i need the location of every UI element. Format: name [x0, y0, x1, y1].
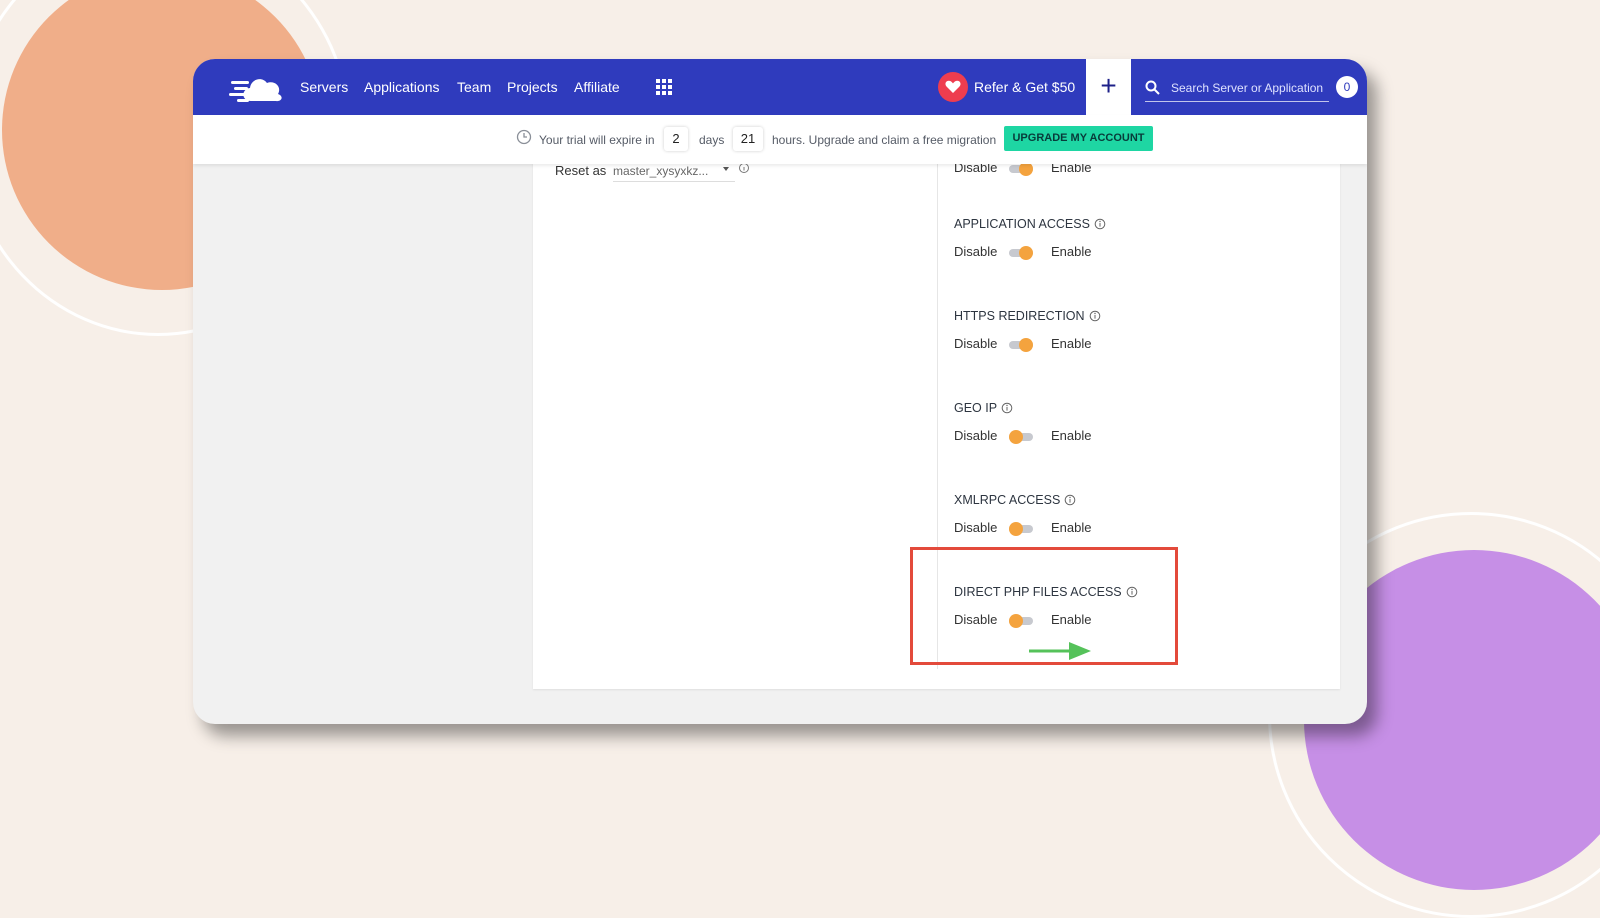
trial-suffix-text: hours. Upgrade and claim a free migratio…	[772, 133, 997, 147]
refer-label: Refer & Get $50	[974, 79, 1076, 95]
setting-title: HTTPS REDIRECTION	[954, 309, 1101, 323]
disable-label: Disable	[954, 520, 998, 535]
setting-title: APPLICATION ACCESS	[954, 217, 1106, 231]
enable-label: Enable	[1051, 520, 1092, 535]
disable-label: Disable	[954, 336, 998, 351]
trial-prefix-text: Your trial will expire in	[539, 133, 655, 147]
reset-select-value: master_xysyxkz...	[613, 164, 709, 178]
reset-label: Reset as	[555, 163, 607, 178]
heart-icon	[938, 72, 968, 102]
toggle-knob	[1019, 246, 1033, 260]
toggle-knob	[1009, 522, 1023, 536]
geo-ip-toggle[interactable]	[1009, 430, 1033, 444]
search-input[interactable]	[1169, 77, 1333, 99]
enable-label: Enable	[1051, 244, 1092, 259]
info-icon[interactable]	[1089, 310, 1101, 322]
toggle-knob	[1019, 338, 1033, 352]
nav-affiliate[interactable]: Affiliate	[574, 79, 620, 95]
clock-icon	[516, 129, 532, 145]
app-window: Servers Applications Team Projects Affil…	[193, 59, 1367, 724]
trial-days-value: 2	[664, 127, 688, 151]
upgrade-account-button[interactable]: UPGRADE MY ACCOUNT	[1004, 126, 1153, 151]
top-navigation-bar: Servers Applications Team Projects Affil…	[193, 59, 1367, 115]
enable-label: Enable	[1051, 336, 1092, 351]
plus-icon: +	[1100, 70, 1117, 101]
https-redirection-toggle[interactable]	[1009, 338, 1033, 352]
cloudways-logo-icon[interactable]	[229, 71, 285, 105]
toggle-knob	[1009, 430, 1023, 444]
trial-banner: Your trial will expire in 2 days 21 hour…	[193, 115, 1367, 164]
application-access-toggle[interactable]	[1009, 246, 1033, 260]
search-icon	[1145, 80, 1160, 95]
toggle-knob	[1019, 162, 1033, 176]
setting-geo-ip: GEO IP Disable Enable	[954, 401, 1214, 461]
disable-label: Disable	[954, 428, 998, 443]
arrow-right-icon	[1029, 642, 1091, 660]
disable-label: Disable	[954, 244, 998, 259]
setting-toggle[interactable]	[1009, 162, 1033, 176]
nav-servers[interactable]: Servers	[300, 79, 348, 95]
add-new-button[interactable]: +	[1086, 59, 1131, 115]
nav-projects[interactable]: Projects	[507, 79, 558, 95]
trial-hours-value: 21	[733, 127, 763, 151]
chevron-down-icon	[723, 167, 729, 171]
info-icon[interactable]	[1064, 494, 1076, 506]
nav-team[interactable]: Team	[457, 79, 491, 95]
info-icon[interactable]	[1094, 218, 1106, 230]
apps-grid-icon[interactable]	[656, 79, 672, 95]
notification-badge[interactable]: 0	[1336, 76, 1358, 98]
setting-https-redirection: HTTPS REDIRECTION Disable Enable	[954, 309, 1214, 369]
reset-select[interactable]: master_xysyxkz...	[613, 163, 735, 182]
trial-days-label: days	[699, 133, 725, 147]
setting-xmlrpc-access: XMLRPC ACCESS Disable Enable	[954, 493, 1214, 553]
setting-title: GEO IP	[954, 401, 1013, 415]
search-box	[1145, 75, 1333, 102]
setting-title: XMLRPC ACCESS	[954, 493, 1076, 507]
info-icon[interactable]	[1001, 402, 1013, 414]
nav-applications[interactable]: Applications	[364, 79, 440, 95]
xmlrpc-access-toggle[interactable]	[1009, 522, 1033, 536]
enable-label: Enable	[1051, 428, 1092, 443]
setting-application-access: APPLICATION ACCESS Disable Enable	[954, 217, 1214, 277]
